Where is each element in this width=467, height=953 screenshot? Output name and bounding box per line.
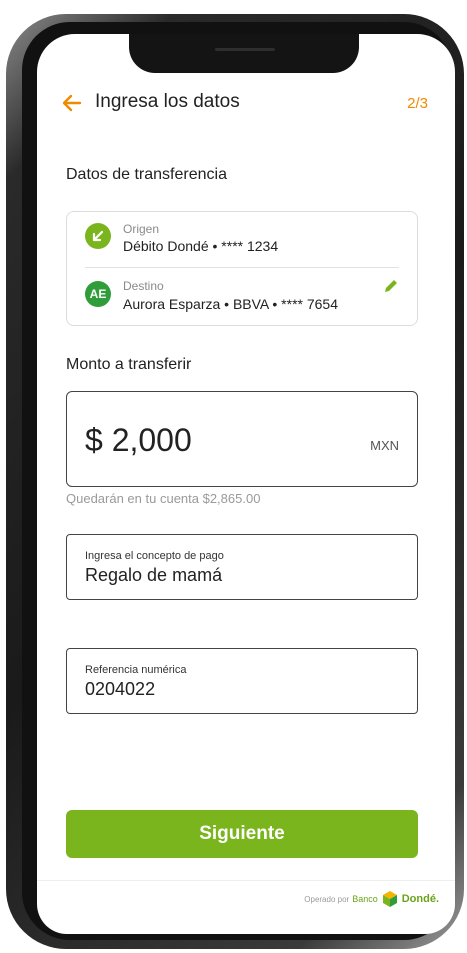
arrow-down-left-icon — [92, 230, 104, 242]
footer-bank: Banco — [352, 894, 378, 904]
footer: Operado por Banco Dondé. — [304, 890, 439, 908]
concept-field[interactable]: Ingresa el concepto de pago Regalo de ma… — [66, 534, 418, 600]
origin-icon — [85, 223, 111, 249]
donde-logo-icon — [382, 891, 397, 907]
amount-currency: MXN — [370, 438, 399, 453]
concept-value: Regalo de mamá — [85, 565, 223, 585]
app-header: Ingresa los datos 2/3 — [58, 88, 430, 118]
origin-value: Débito Dondé • **** 1234 — [123, 238, 279, 254]
footer-brand: Dondé. — [401, 893, 439, 905]
card-divider — [85, 267, 399, 268]
amount-input[interactable]: $ 2,000 MXN — [66, 391, 418, 487]
transfer-details-card: Origen Débito Dondé • **** 1234 AE Desti… — [66, 211, 418, 326]
destination-value: Aurora Esparza • BBVA • **** 7654 — [123, 296, 338, 312]
destination-label: Destino — [123, 279, 164, 293]
origin-label: Origen — [123, 222, 160, 236]
phone-speaker — [215, 48, 275, 51]
amount-section-title: Monto a transferir — [66, 356, 192, 373]
pencil-icon[interactable] — [383, 278, 399, 294]
page-title: Ingresa los datos — [95, 91, 240, 112]
footer-operated-by: Operado por — [304, 894, 350, 904]
remaining-balance-text: Quedarán en tu cuenta $2,865.00 — [66, 491, 261, 506]
next-button[interactable]: Siguiente — [66, 810, 418, 858]
arrow-left-icon[interactable] — [60, 91, 84, 115]
step-indicator: 2/3 — [407, 95, 428, 112]
footer-divider — [37, 880, 455, 881]
phone-notch — [129, 34, 359, 73]
reference-field[interactable]: Referencia numérica 0204022 — [66, 648, 418, 714]
transfer-section-title: Datos de transferencia — [66, 166, 227, 183]
destination-avatar: AE — [85, 281, 111, 307]
concept-label: Ingresa el concepto de pago — [85, 550, 224, 562]
reference-value: 0204022 — [85, 679, 156, 699]
amount-value: $ 2,000 — [85, 422, 192, 458]
reference-label: Referencia numérica — [85, 664, 187, 676]
